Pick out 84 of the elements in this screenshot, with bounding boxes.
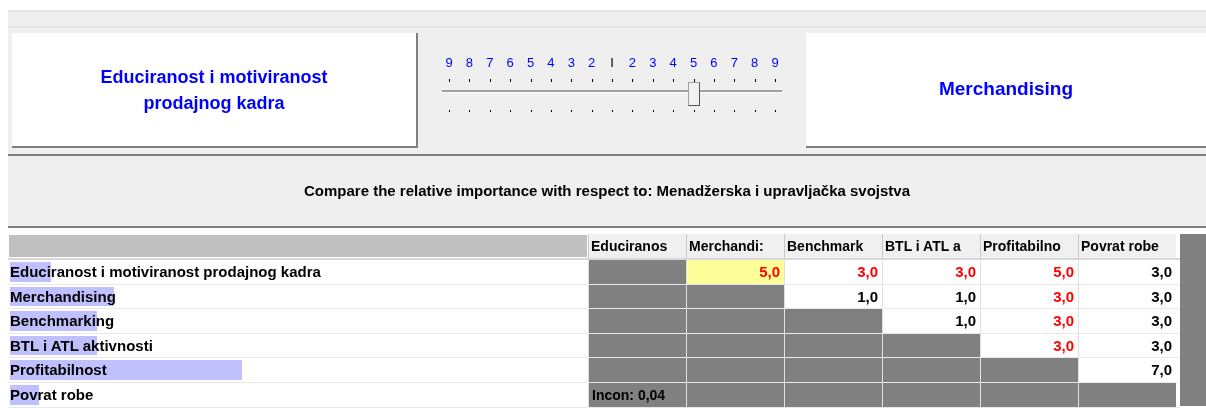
tick-mark [775,109,776,112]
row-label: BTL i ATL aktivnosti [10,336,153,354]
scale-label: 3 [566,54,576,72]
scale-label: 4 [546,54,556,72]
tick-mark [775,78,776,82]
tick-mark [469,109,471,112]
tick-mark [734,109,736,112]
scale-label: 6 [709,54,719,72]
tick-mark [489,109,491,112]
tick-mark [469,78,471,82]
column-header[interactable]: Merchandi: [686,234,784,258]
cell-value: 7,0 [1151,361,1172,379]
cell-value: 3,0 [1053,287,1074,305]
tick-mark [530,78,532,82]
scale-label: 2 [587,54,597,72]
tick-mark [550,78,552,82]
tick-mark [754,109,756,112]
tick-mark [673,78,675,82]
cell-value: 1,0 [955,312,976,330]
row-label: Povrat robe [10,385,94,403]
tick-mark [510,78,512,82]
tick-mark [449,78,450,82]
scale-label: 3 [648,54,658,72]
item-label: Educiranost i motiviranost prodajnog kadra [99,65,329,115]
column-header[interactable]: BTL i ATL a [882,234,980,258]
cell-value: 3,0 [1053,336,1074,354]
tick-mark [673,109,675,112]
tick-mark [713,109,715,112]
tick-mark [449,109,450,112]
tick-mark [571,109,573,112]
inconsistency-value: Incon: 0,04 [588,382,686,407]
column-header[interactable]: Profitabilno [980,234,1078,258]
scale-label: 5 [688,54,699,72]
cell-value: 3,0 [1053,312,1074,330]
scale-label: 9 [770,54,780,72]
tick-mark [591,109,593,112]
scale-label: 4 [668,54,678,72]
tick-mark [693,78,695,82]
scale-label: 8 [464,54,474,72]
tick-mark [632,78,634,82]
cell-value: 5,0 [1053,263,1074,280]
tick-mark [510,109,512,112]
cell-value: 3,0 [1151,336,1172,354]
row-label: Educiranost i motiviranost prodajnog kadra [10,263,321,280]
scale-label: 6 [505,54,515,72]
comparison-cell[interactable]: 5,0 [686,260,784,284]
scale-label: 7 [729,54,739,72]
tick-mark [550,109,552,112]
scale-label: 8 [750,54,760,72]
tick-mark [734,78,736,82]
tick-mark [652,78,654,82]
cell-value: 3,0 [857,263,878,280]
tick-mark [612,109,613,112]
tick-mark [713,78,715,82]
cell-value: 3,0 [955,263,976,280]
tick-mark [652,109,654,112]
tick-mark [693,109,695,112]
tick-mark [632,109,634,112]
column-header[interactable]: Povrat robe [1078,234,1176,258]
tick-mark [591,78,593,82]
scale-label: I [609,54,615,72]
scale-label: 5 [525,54,536,72]
column-header[interactable]: Educiranos [588,234,686,258]
comparison-prompt: Compare the relative importance with respect to: Menadžerska i upravljačka svojstva [303,180,911,201]
cell-value: 5,0 [759,263,780,280]
cell-value: 1,0 [857,287,878,305]
tick-mark [754,78,756,82]
scale-label: 2 [627,54,637,72]
scale-label: 9 [444,54,454,72]
tick-mark [489,78,491,82]
scale-label: 7 [485,54,495,72]
column-header[interactable]: Benchmark [784,234,882,258]
cell-value: 1,0 [955,287,976,305]
tick-mark [612,78,613,82]
row-label: Profitabilnost [10,361,107,379]
item-label: Merchandising [938,77,1074,102]
row-label: Merchandising [10,287,116,305]
cell-value: 3,0 [1151,312,1172,330]
slider-thumb[interactable] [687,81,700,106]
cell-value: 3,0 [1151,287,1172,305]
cell-value: 3,0 [1151,263,1172,280]
tick-mark [530,109,532,112]
row-label: Benchmarking [10,312,115,330]
tick-mark [571,78,573,82]
